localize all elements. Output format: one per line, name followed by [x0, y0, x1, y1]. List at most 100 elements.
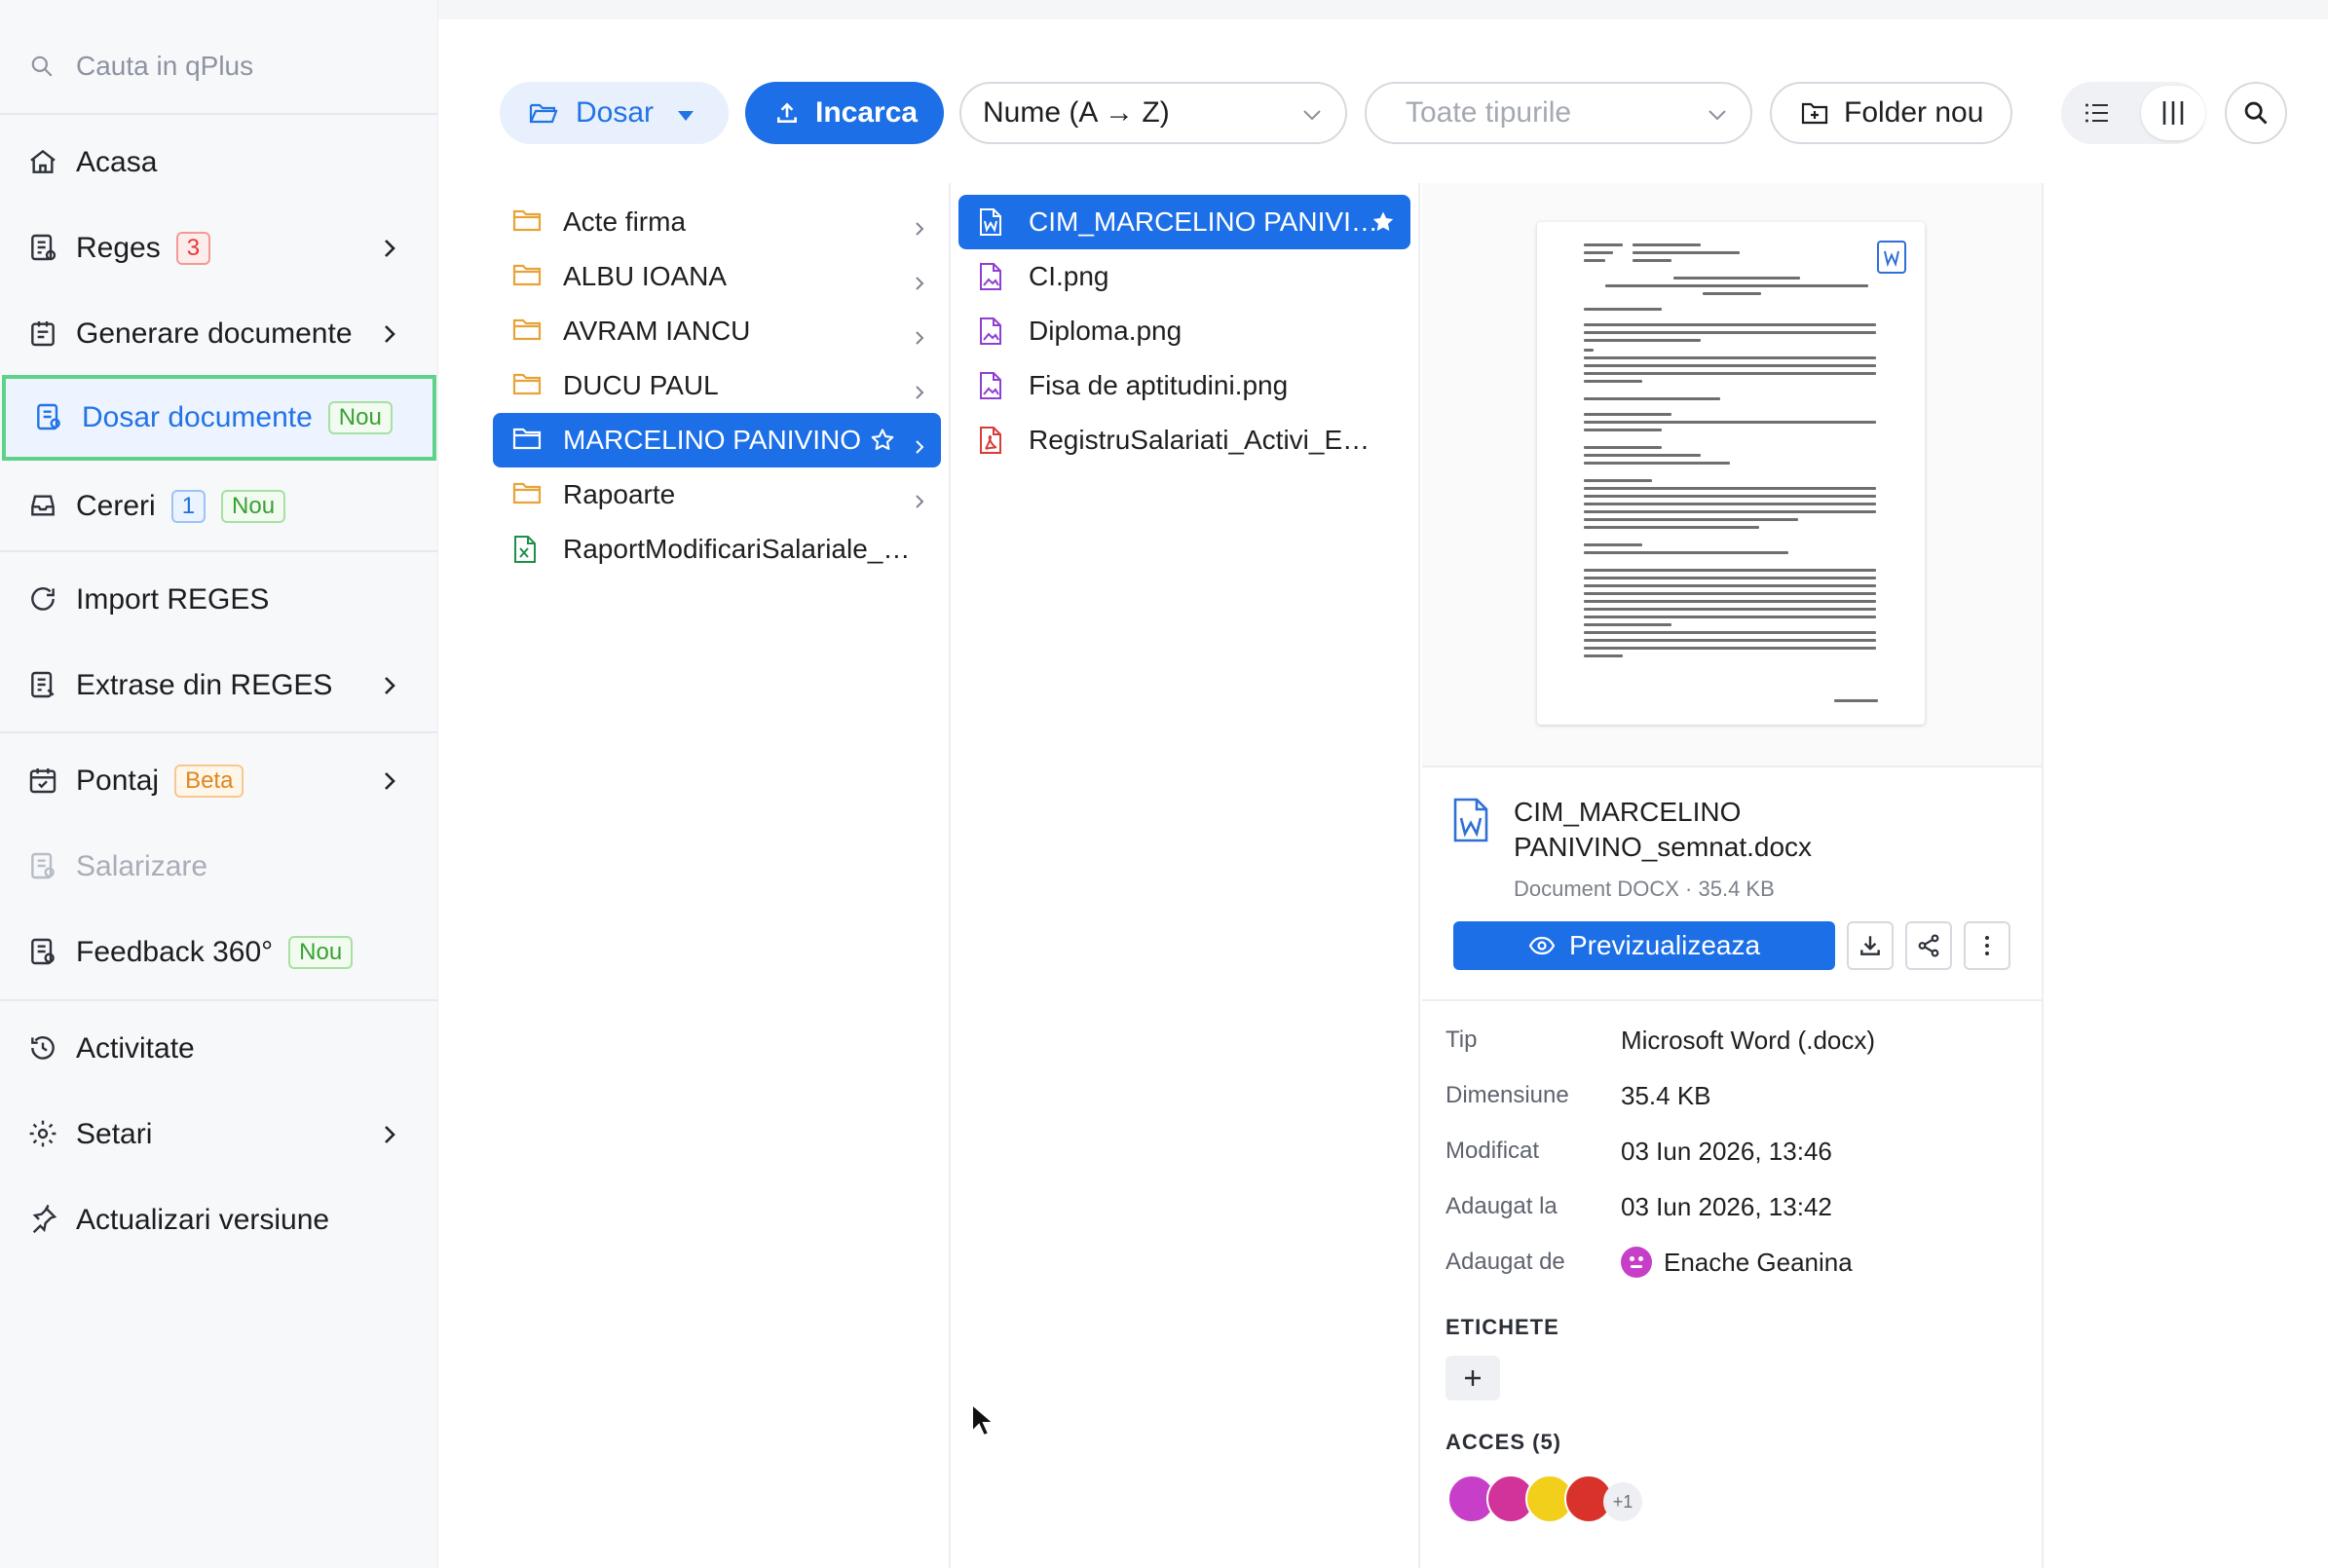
download-button[interactable]	[1847, 921, 1894, 970]
sidebar-divider	[0, 999, 438, 1001]
sort-select[interactable]: Nume (A → Z)	[959, 82, 1347, 144]
sidebar-item-acasa[interactable]: Acasa	[0, 122, 438, 204]
sidebar-item-reges[interactable]: Reges 3	[0, 207, 438, 289]
column-view-icon[interactable]	[2141, 86, 2205, 140]
property-value: Microsoft Word (.docx)	[1621, 1025, 1876, 1055]
folder-icon	[512, 262, 542, 291]
upload-icon	[774, 100, 800, 126]
folder-row-selected[interactable]: MARCELINO PANIVINO	[493, 413, 941, 467]
details-divider	[1422, 999, 2042, 1001]
file-type-select[interactable]: Toate tipurile	[1365, 82, 1752, 144]
sidebar-item-label: Actualizari versiune	[76, 1204, 330, 1236]
file-name: Diploma.png	[1029, 316, 1183, 346]
file-row[interactable]: Diploma.png	[958, 304, 1410, 358]
sidebar-item-activitate[interactable]: Activitate	[0, 1008, 438, 1090]
sidebar-item-pontaj[interactable]: Pontaj Beta	[0, 740, 438, 822]
share-button[interactable]	[1905, 921, 1952, 970]
sidebar-item-cereri[interactable]: Cereri 1 Nou	[0, 466, 438, 547]
sidebar-item-label: Import REGES	[76, 583, 270, 616]
dosar-dropdown-button[interactable]: Dosar	[500, 82, 729, 144]
folder-row[interactable]: ALBU IOANA	[493, 249, 941, 304]
folder-row[interactable]: Acte firma	[493, 195, 941, 249]
sidebar-item-dosar-documente[interactable]: Dosar documente Nou	[2, 375, 436, 461]
preview-button[interactable]: Previzualizeaza	[1453, 921, 1835, 970]
more-options-button[interactable]	[1964, 921, 2010, 970]
folder-row[interactable]: DUCU PAUL	[493, 358, 941, 413]
sidebar-item-import-reges[interactable]: Import REGES	[0, 559, 438, 641]
folder-row[interactable]: AVRAM IANCU	[493, 304, 941, 358]
chevron-right-icon	[378, 672, 401, 699]
chevron-right-icon	[378, 767, 401, 795]
star-filled-icon[interactable]	[1370, 208, 1397, 236]
sidebar-item-feedback-360[interactable]: Feedback 360° Nou	[0, 912, 438, 993]
pin-icon	[27, 1204, 60, 1237]
upload-label: Incarca	[815, 96, 919, 129]
chevron-right-icon	[914, 268, 925, 290]
search-icon	[2242, 99, 2270, 127]
word-file-icon	[978, 207, 1007, 237]
new-badge: Nou	[288, 936, 354, 969]
folder-name: Rapoarte	[563, 479, 676, 509]
add-tag-button[interactable]	[1446, 1356, 1500, 1400]
view-toggle	[2061, 82, 2205, 144]
sidebar-item-salarizare[interactable]: Salarizare	[0, 826, 438, 908]
chevron-right-icon	[914, 486, 925, 508]
sidebar-divider	[0, 550, 438, 552]
inbox-icon	[27, 490, 60, 523]
caret-down-icon	[677, 96, 695, 130]
property-key: Modificat	[1446, 1138, 1540, 1164]
avatar	[1621, 1247, 1652, 1278]
list-view-icon[interactable]	[2065, 86, 2129, 140]
folder-icon	[512, 207, 542, 237]
document-thumbnail	[1537, 222, 1925, 725]
chevron-down-icon	[1300, 101, 1324, 134]
file-name: CI.png	[1029, 261, 1109, 291]
property-key: Tip	[1446, 1027, 1478, 1053]
file-row[interactable]: CI.png	[958, 249, 1410, 304]
sidebar-item-label: Feedback 360°	[76, 936, 274, 968]
count-badge: 3	[175, 232, 211, 265]
image-file-icon	[978, 317, 1007, 346]
access-title: ACCES (5)	[1446, 1430, 1562, 1454]
property-row: Tip Microsoft Word (.docx)	[1446, 1021, 2030, 1060]
file-row[interactable]: RegistruSalariati_Activi_ECOVI…	[958, 413, 1410, 467]
file-name: CIM_MARCELINO PANIVIN…	[1029, 206, 1389, 237]
folder-icon	[512, 480, 542, 509]
sidebar-item-label: Generare documente	[76, 317, 353, 350]
search-button[interactable]	[2225, 82, 2287, 144]
chevron-right-icon	[914, 431, 925, 454]
sidebar-item-label: Cereri	[76, 490, 156, 522]
file-row-selected[interactable]: CIM_MARCELINO PANIVIN…	[958, 195, 1410, 249]
file-row[interactable]: Fisa de aptitudini.png	[958, 358, 1410, 413]
excel-file-icon	[512, 535, 542, 564]
property-row: Adaugat la 03 Iun 2026, 13:42	[1446, 1187, 2030, 1226]
history-icon	[27, 1032, 60, 1065]
chevron-right-icon	[378, 320, 401, 348]
property-key: Adaugat de	[1446, 1249, 1565, 1275]
sidebar-item-generare-documente[interactable]: Generare documente	[0, 293, 438, 375]
mouse-cursor-icon	[970, 1401, 996, 1439]
star-outline-icon[interactable]	[869, 427, 896, 454]
sidebar-item-setari[interactable]: Setari	[0, 1094, 438, 1176]
sidebar-item-actualizari-versiune[interactable]: Actualizari versiune	[0, 1179, 438, 1261]
pdf-file-icon	[978, 426, 1007, 455]
property-value: 03 Iun 2026, 13:46	[1621, 1136, 1832, 1166]
document-preview[interactable]	[1422, 183, 2042, 767]
new-folder-button[interactable]: Folder nou	[1770, 82, 2012, 144]
sidebar-search[interactable]: Cauta in qPlus	[29, 47, 253, 86]
sidebar-item-extrase-din-reges[interactable]: Extrase din REGES	[0, 645, 438, 727]
document-list-icon	[27, 669, 60, 702]
eye-icon	[1528, 936, 1556, 955]
chevron-right-icon	[914, 377, 925, 399]
new-badge: Nou	[221, 490, 286, 523]
word-file-icon	[1451, 797, 1490, 843]
file-row[interactable]: RaportModificariSalariale_202…	[493, 522, 941, 577]
file-name: RaportModificariSalariale_202…	[563, 534, 923, 564]
property-key: Dimensiune	[1446, 1082, 1569, 1108]
folder-row[interactable]: Rapoarte	[493, 467, 941, 522]
sidebar-item-label: Reges	[76, 232, 161, 264]
chevron-right-icon	[378, 235, 401, 262]
upload-button[interactable]: Incarca	[745, 82, 944, 144]
folders-column: Acte firma ALBU IOANA AVRAM IANCU DUCU P…	[487, 183, 951, 1568]
sidebar-divider	[0, 113, 438, 115]
